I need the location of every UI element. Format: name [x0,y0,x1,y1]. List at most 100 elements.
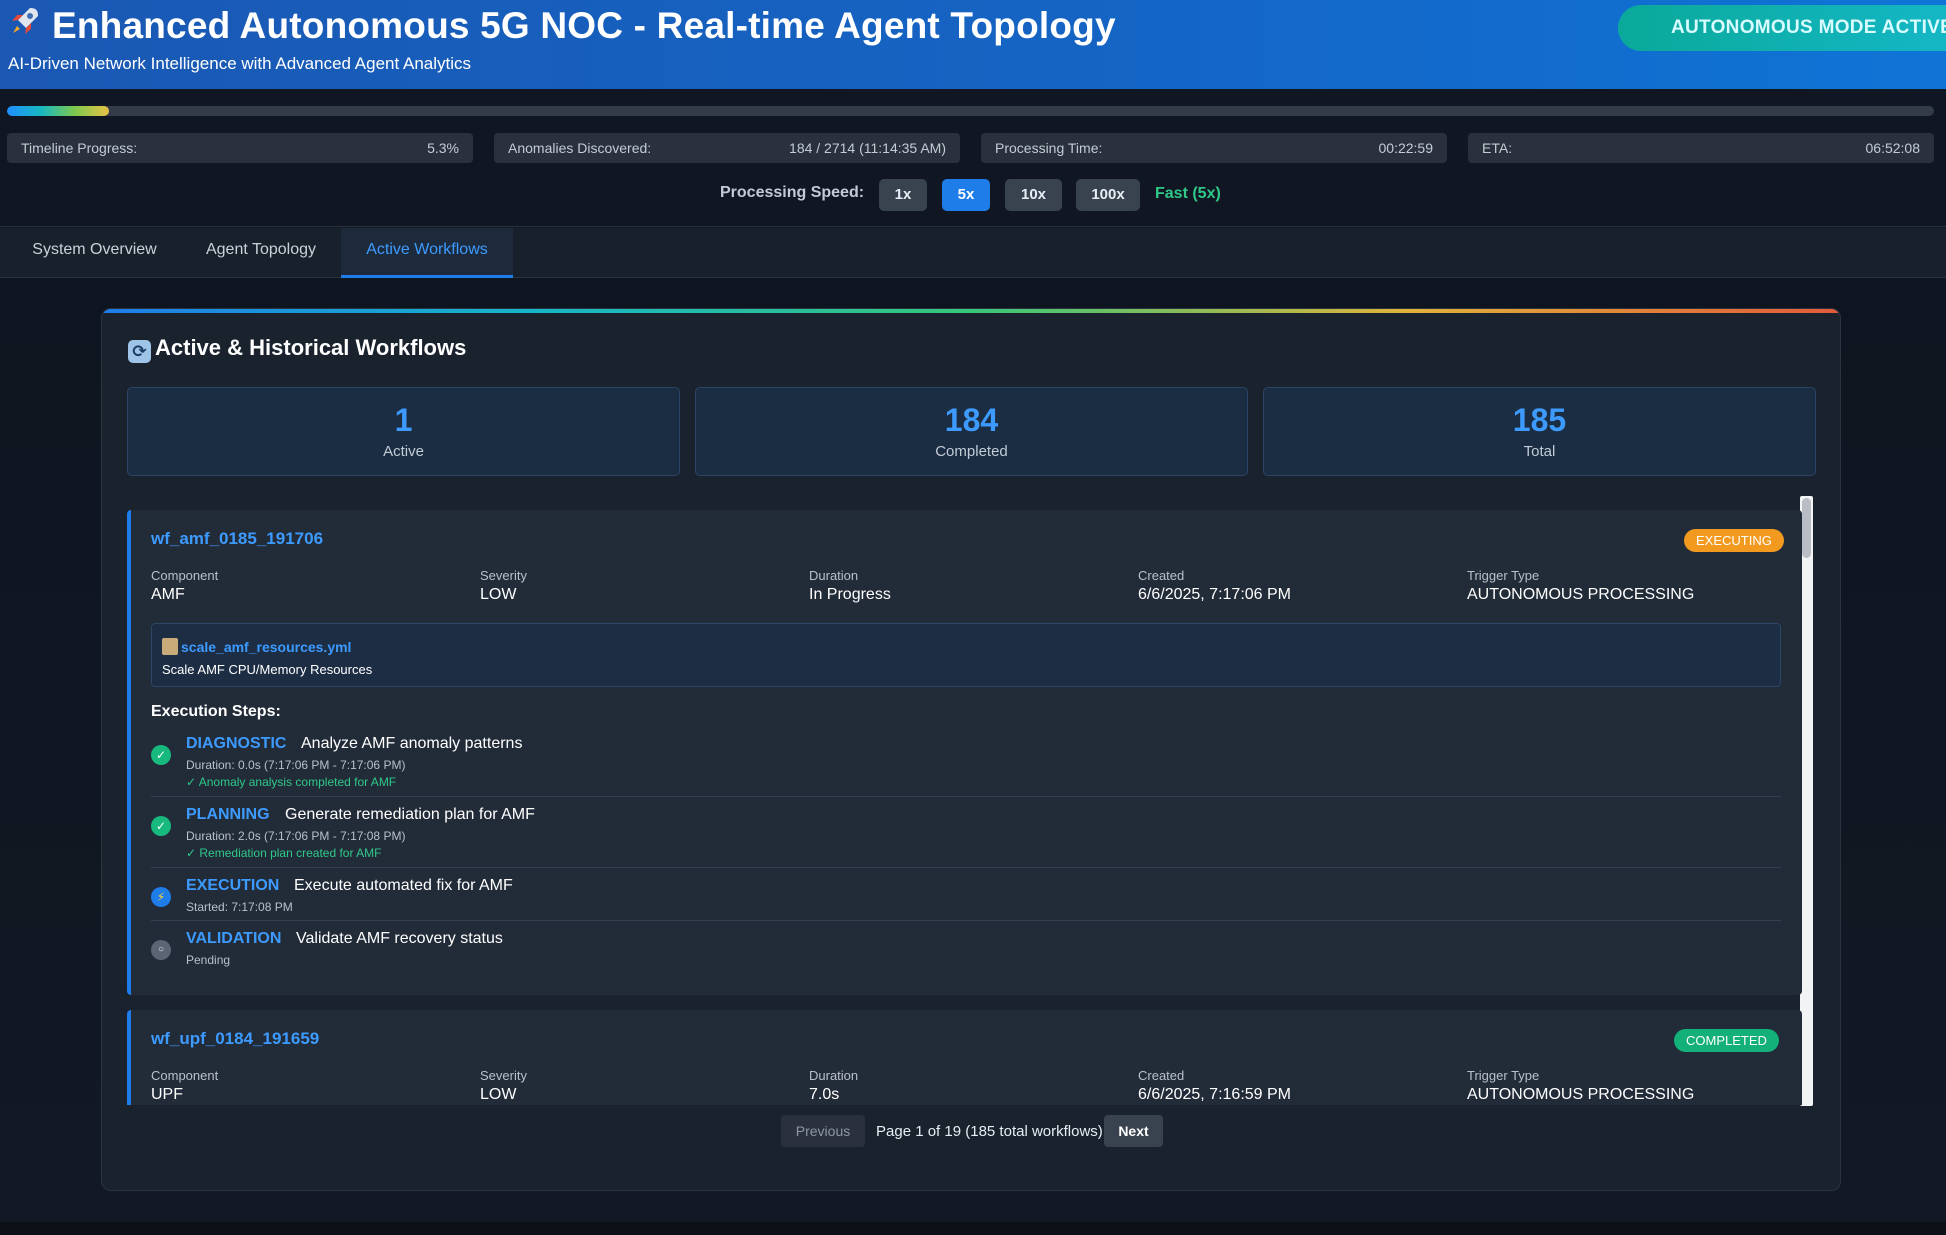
step-description: Analyze AMF anomaly patterns [301,735,523,752]
meta-value: AUTONOMOUS PROCESSING [1467,586,1695,603]
summary-label: Total [1523,443,1556,460]
tab-bar: System Overview Agent Topology Active Wo… [0,228,1946,278]
step-description: Generate remediation plan for AMF [285,806,535,823]
summary-label: Active [383,443,424,460]
meta-value: AMF [151,586,185,603]
meta-value: In Progress [809,586,891,603]
rocket-icon [8,4,46,47]
step-divider [151,920,1781,921]
meta-severity: Severity LOW [480,568,800,604]
meta-trigger-type: Trigger Type AUTONOMOUS PROCESSING [1467,568,1787,604]
stat-value: 5.3% [427,140,459,156]
step-detail: Started: 7:17:08 PM [186,900,293,914]
playbook-name[interactable]: scale_amf_resources.yml [162,638,351,655]
execution-steps-title: Execution Steps: [151,703,281,720]
speed-status: Fast (5x) [1155,185,1221,202]
status-badge: EXECUTING [1684,529,1784,552]
pending-circle-icon: ○ [151,940,171,960]
tab-system-overview[interactable]: System Overview [8,228,181,278]
step-phase: PLANNING [186,806,270,823]
step-description: Validate AMF recovery status [296,930,503,947]
meta-key: Duration [809,1068,859,1083]
summary-value: 185 [1512,402,1567,438]
page-subtitle: AI-Driven Network Intelligence with Adva… [8,54,472,73]
page-title: Enhanced Autonomous 5G NOC - Real-time A… [8,4,1116,47]
tab-active-workflows[interactable]: Active Workflows [341,228,513,278]
footer-strip [0,1222,1946,1235]
speed-5x-button[interactable]: 5x [942,179,990,211]
speed-100x-button[interactable]: 100x [1076,179,1140,211]
tab-agent-topology[interactable]: Agent Topology [181,228,341,278]
meta-component: Component UPF [151,1068,471,1104]
lightning-icon: ⚡ [151,887,171,907]
meta-key: Trigger Type [1467,1068,1540,1083]
pagination: Previous Page 1 of 19 (185 total workflo… [102,1115,1840,1147]
meta-severity: Severity LOW [480,1068,800,1104]
meta-key: Component [151,1068,219,1083]
meta-created: Created 6/6/2025, 7:16:59 PM [1138,1068,1458,1104]
timeline-progress-fill [7,106,110,116]
meta-value: AUTONOMOUS PROCESSING [1467,1086,1695,1103]
panel-title-text: Active & Historical Workflows [155,335,467,360]
step-phase: VALIDATION [186,930,282,947]
speed-10x-button[interactable]: 10x [1005,179,1062,211]
stat-label: Anomalies Discovered: [508,140,652,156]
step-detail: Pending [186,953,231,967]
stat-label: ETA: [1482,140,1513,156]
workflow-id[interactable]: wf_upf_0184_191659 [151,1029,319,1049]
meta-value: UPF [151,1086,183,1103]
page-title-text: Enhanced Autonomous 5G NOC - Real-time A… [52,5,1116,46]
step-divider [151,867,1781,868]
meta-key: Severity [480,1068,527,1083]
meta-component: Component AMF [151,568,471,604]
step-detail: Duration: 0.0s (7:17:06 PM - 7:17:06 PM) [186,758,406,772]
speed-1x-button[interactable]: 1x [879,179,927,211]
step-description: Execute automated fix for AMF [294,877,513,894]
summary-total: 185 Total [1263,387,1816,476]
step-result: ✓ Anomaly analysis completed for AMF [186,775,397,789]
summary-completed: 184 Completed [695,387,1248,476]
meta-value: LOW [480,586,517,603]
meta-key: Created [1138,568,1185,583]
app-header: Enhanced Autonomous 5G NOC - Real-time A… [0,0,1946,89]
workflow-list: wf_amf_0185_191706 EXECUTING Component A… [127,510,1817,1105]
previous-page-button[interactable]: Previous [781,1115,865,1147]
meta-key: Duration [809,568,859,583]
step-phase: EXECUTION [186,877,280,894]
workflow-id[interactable]: wf_amf_0185_191706 [151,529,323,549]
meta-key: Component [151,568,219,583]
meta-key: Created [1138,1068,1185,1083]
step-phase: DIAGNOSTIC [186,735,287,752]
check-circle-icon: ✓ [151,816,171,836]
workflow-card[interactable]: wf_amf_0185_191706 EXECUTING Component A… [127,510,1802,995]
step-divider [151,796,1781,797]
step-detail: Duration: 2.0s (7:17:06 PM - 7:17:08 PM) [186,829,406,843]
next-page-button[interactable]: Next [1104,1115,1163,1147]
playbook-file[interactable]: scale_amf_resources.yml [181,639,351,655]
workflows-panel: ⟳ Active & Historical Workflows 1 Active … [101,308,1841,1191]
panel-accent-bar [102,309,1840,313]
meta-key: Severity [480,568,527,583]
stat-label: Processing Time: [995,140,1103,156]
meta-value: 6/6/2025, 7:16:59 PM [1138,1086,1291,1103]
check-circle-icon: ✓ [151,745,171,765]
step-result: ✓ Remediation plan created for AMF [186,846,382,860]
meta-duration: Duration 7.0s [809,1068,1129,1104]
speed-label: Processing Speed: [720,184,865,201]
clipboard-icon [162,638,178,655]
meta-created: Created 6/6/2025, 7:17:06 PM [1138,568,1458,604]
stat-eta: ETA: 06:52:08 [1468,133,1934,163]
playbook-box: scale_amf_resources.yml Scale AMF CPU/Me… [151,623,1781,687]
panel-title: ⟳ Active & Historical Workflows [128,335,466,363]
stat-anomalies: Anomalies Discovered: 184 / 2714 (11:14:… [494,133,960,163]
stat-timeline-progress: Timeline Progress: 5.3% [7,133,473,163]
refresh-icon: ⟳ [128,340,151,363]
autonomous-mode-badge: AUTONOMOUS MODE ACTIVE [1618,5,1946,51]
stat-label: Timeline Progress: [21,140,138,156]
meta-value: 7.0s [809,1086,840,1103]
page-info: Page 1 of 19 (185 total workflows) [876,1123,1103,1140]
workflow-card[interactable]: wf_upf_0184_191659 COMPLETED Component U… [127,1010,1802,1105]
summary-active: 1 Active [127,387,680,476]
stat-value: 06:52:08 [1865,140,1921,156]
meta-trigger-type: Trigger Type AUTONOMOUS PROCESSING [1467,1068,1787,1104]
